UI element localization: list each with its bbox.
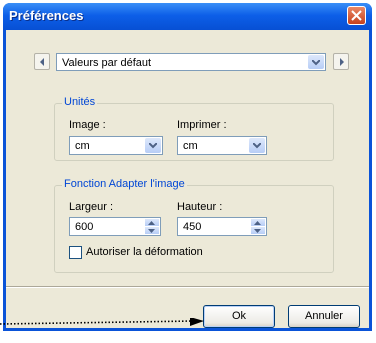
previous-preset-button[interactable] [34,53,50,70]
spin-down-icon [254,228,261,233]
height-label: Hauteur : [177,201,223,213]
width-increment-button[interactable] [145,219,159,227]
pointer-arrow-annotation [0,318,204,326]
allow-deformation-checkbox[interactable] [69,246,82,259]
arrow-right-icon [340,58,344,66]
height-stepper[interactable]: 450 [177,217,267,236]
button-separator [6,286,369,288]
title-bar[interactable]: Préférences [3,3,372,30]
image-unit-dropdown-button[interactable] [145,138,161,153]
dialog-title: Préférences [9,8,84,23]
preset-value: Valeurs par défaut [62,57,152,69]
height-increment-button[interactable] [251,219,265,227]
image-unit-label: Image : [69,119,106,131]
print-unit-select[interactable]: cm [177,136,267,155]
close-button[interactable] [347,6,366,25]
next-preset-button[interactable] [333,53,349,70]
height-stepper-buttons [251,219,265,234]
width-label: Largeur : [69,201,114,213]
chevron-down-icon [253,143,261,149]
preferences-dialog: Préférences Valeurs par défaut Unités Im… [3,3,372,331]
dialog-body: Valeurs par défaut Unités Image : cm Imp… [6,30,369,328]
spin-down-icon [148,228,155,233]
spin-up-icon [148,221,155,225]
height-value: 450 [183,221,202,233]
chevron-down-icon [312,60,320,66]
height-decrement-button[interactable] [251,226,265,234]
units-group-title: Unités [62,96,98,108]
fit-image-group-title: Fonction Adapter l'image [62,178,187,190]
cancel-button[interactable]: Annuler [288,305,360,328]
preset-select[interactable]: Valeurs par défaut [56,53,326,71]
width-value: 600 [75,221,94,233]
allow-deformation-label[interactable]: Autoriser la déformation [86,246,203,258]
image-unit-value: cm [75,140,90,152]
ok-button[interactable]: Ok [203,305,275,328]
close-icon [351,10,362,21]
width-decrement-button[interactable] [145,226,159,234]
print-unit-value: cm [183,140,198,152]
chevron-down-icon [149,143,157,149]
preset-dropdown-button[interactable] [308,55,324,69]
width-stepper-buttons [145,219,159,234]
spin-up-icon [254,221,261,225]
image-unit-select[interactable]: cm [69,136,163,155]
arrow-left-icon [40,58,44,66]
width-stepper[interactable]: 600 [69,217,161,236]
print-unit-label: Imprimer : [177,119,227,131]
print-unit-dropdown-button[interactable] [249,138,265,153]
